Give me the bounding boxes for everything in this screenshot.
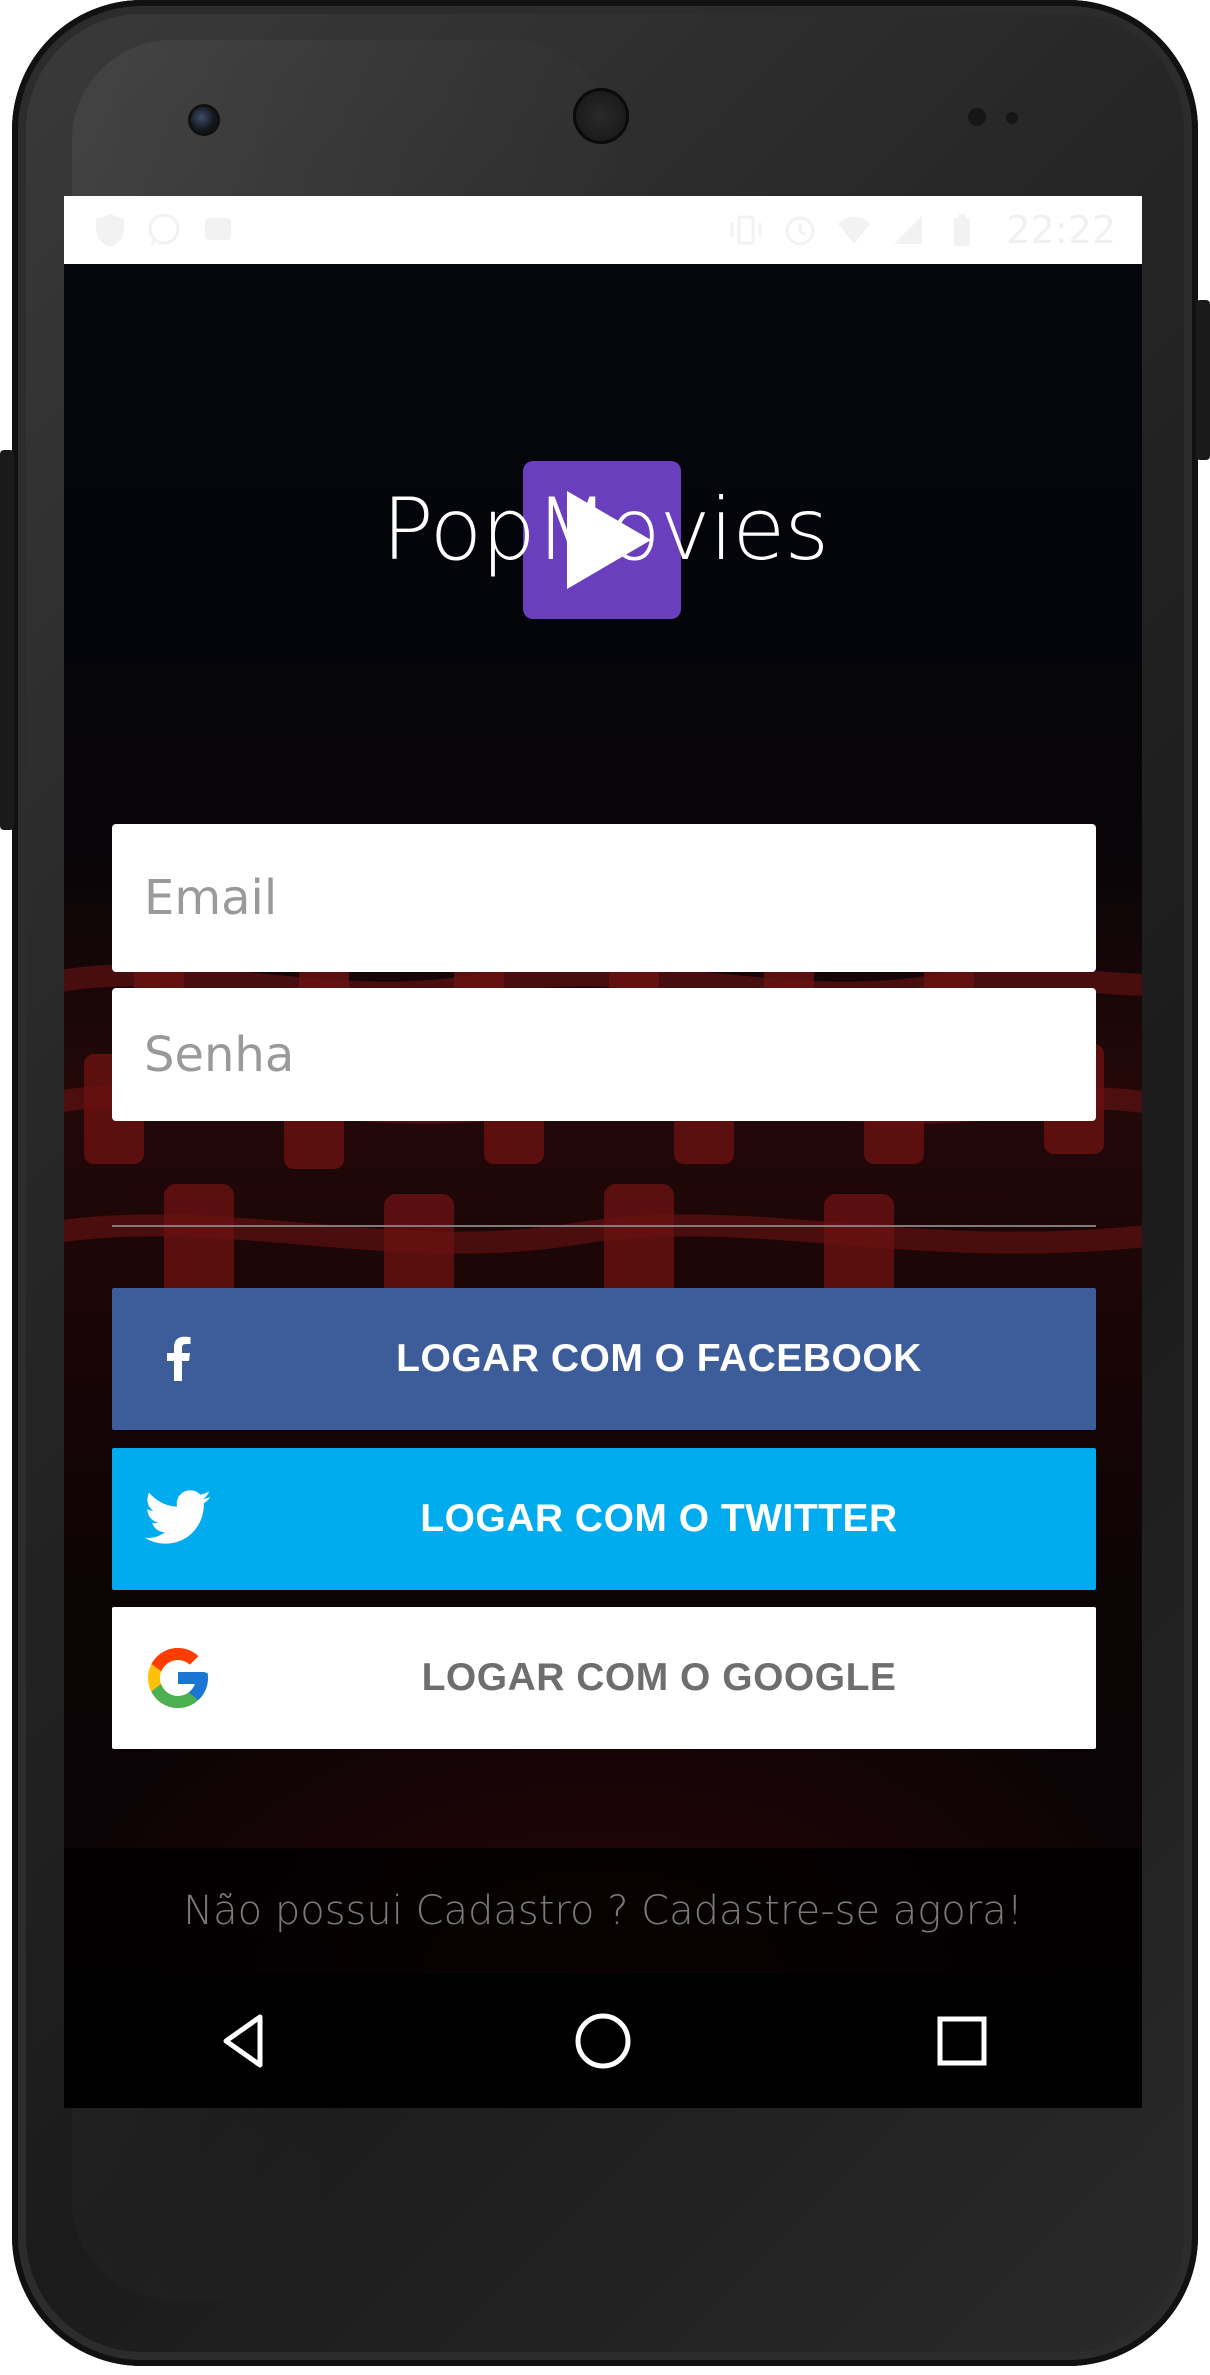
shield-icon [90,210,130,250]
twitter-icon [142,1483,214,1555]
front-camera [191,107,217,133]
battery-icon [942,210,982,250]
email-input[interactable] [142,869,1096,927]
facebook-login-label: LOGAR COM O FACEBOOK [396,1337,922,1380]
google-icon [142,1642,214,1714]
facebook-login-button[interactable]: LOGAR COM O FACEBOOK [112,1288,1096,1430]
message-icon [198,210,238,250]
status-time: 22:22 [1006,208,1116,252]
whatsapp-icon [144,210,184,250]
power-button [1196,300,1210,460]
google-login-button[interactable]: LOGAR COM O GOOGLE [112,1607,1096,1749]
signup-link[interactable]: Não possui Cadastro ? Cadastre-se agora! [183,1888,1023,1934]
navigation-bar [64,1974,1142,2108]
proximity-sensor [968,108,986,126]
app-title: PopMovies [381,480,829,580]
twitter-login-button[interactable]: LOGAR COM O TWITTER [112,1448,1096,1590]
form-divider [112,1225,1096,1227]
earpiece-speaker [573,88,629,144]
light-sensor [1006,112,1018,124]
alarm-icon [780,210,820,250]
google-login-label: LOGAR COM O GOOGLE [421,1656,897,1699]
back-triangle-icon [223,2014,263,2068]
back-button[interactable] [184,1981,304,2101]
recents-square-icon [937,2016,987,2066]
home-circle-icon [575,2013,631,2069]
home-button[interactable] [543,1981,663,2101]
wifi-icon [834,210,874,250]
recents-button[interactable] [902,1981,1022,2101]
email-field[interactable] [112,824,1096,972]
twitter-login-label: LOGAR COM O TWITTER [420,1497,898,1540]
vibrate-icon [726,210,766,250]
facebook-icon [142,1323,214,1395]
signal-icon [888,210,928,250]
status-bar: 22:22 [64,196,1142,264]
password-field[interactable] [112,988,1096,1121]
password-input[interactable] [142,1025,1096,1084]
signup-bar[interactable]: Não possui Cadastro ? Cadastre-se agora! [64,1848,1142,1974]
